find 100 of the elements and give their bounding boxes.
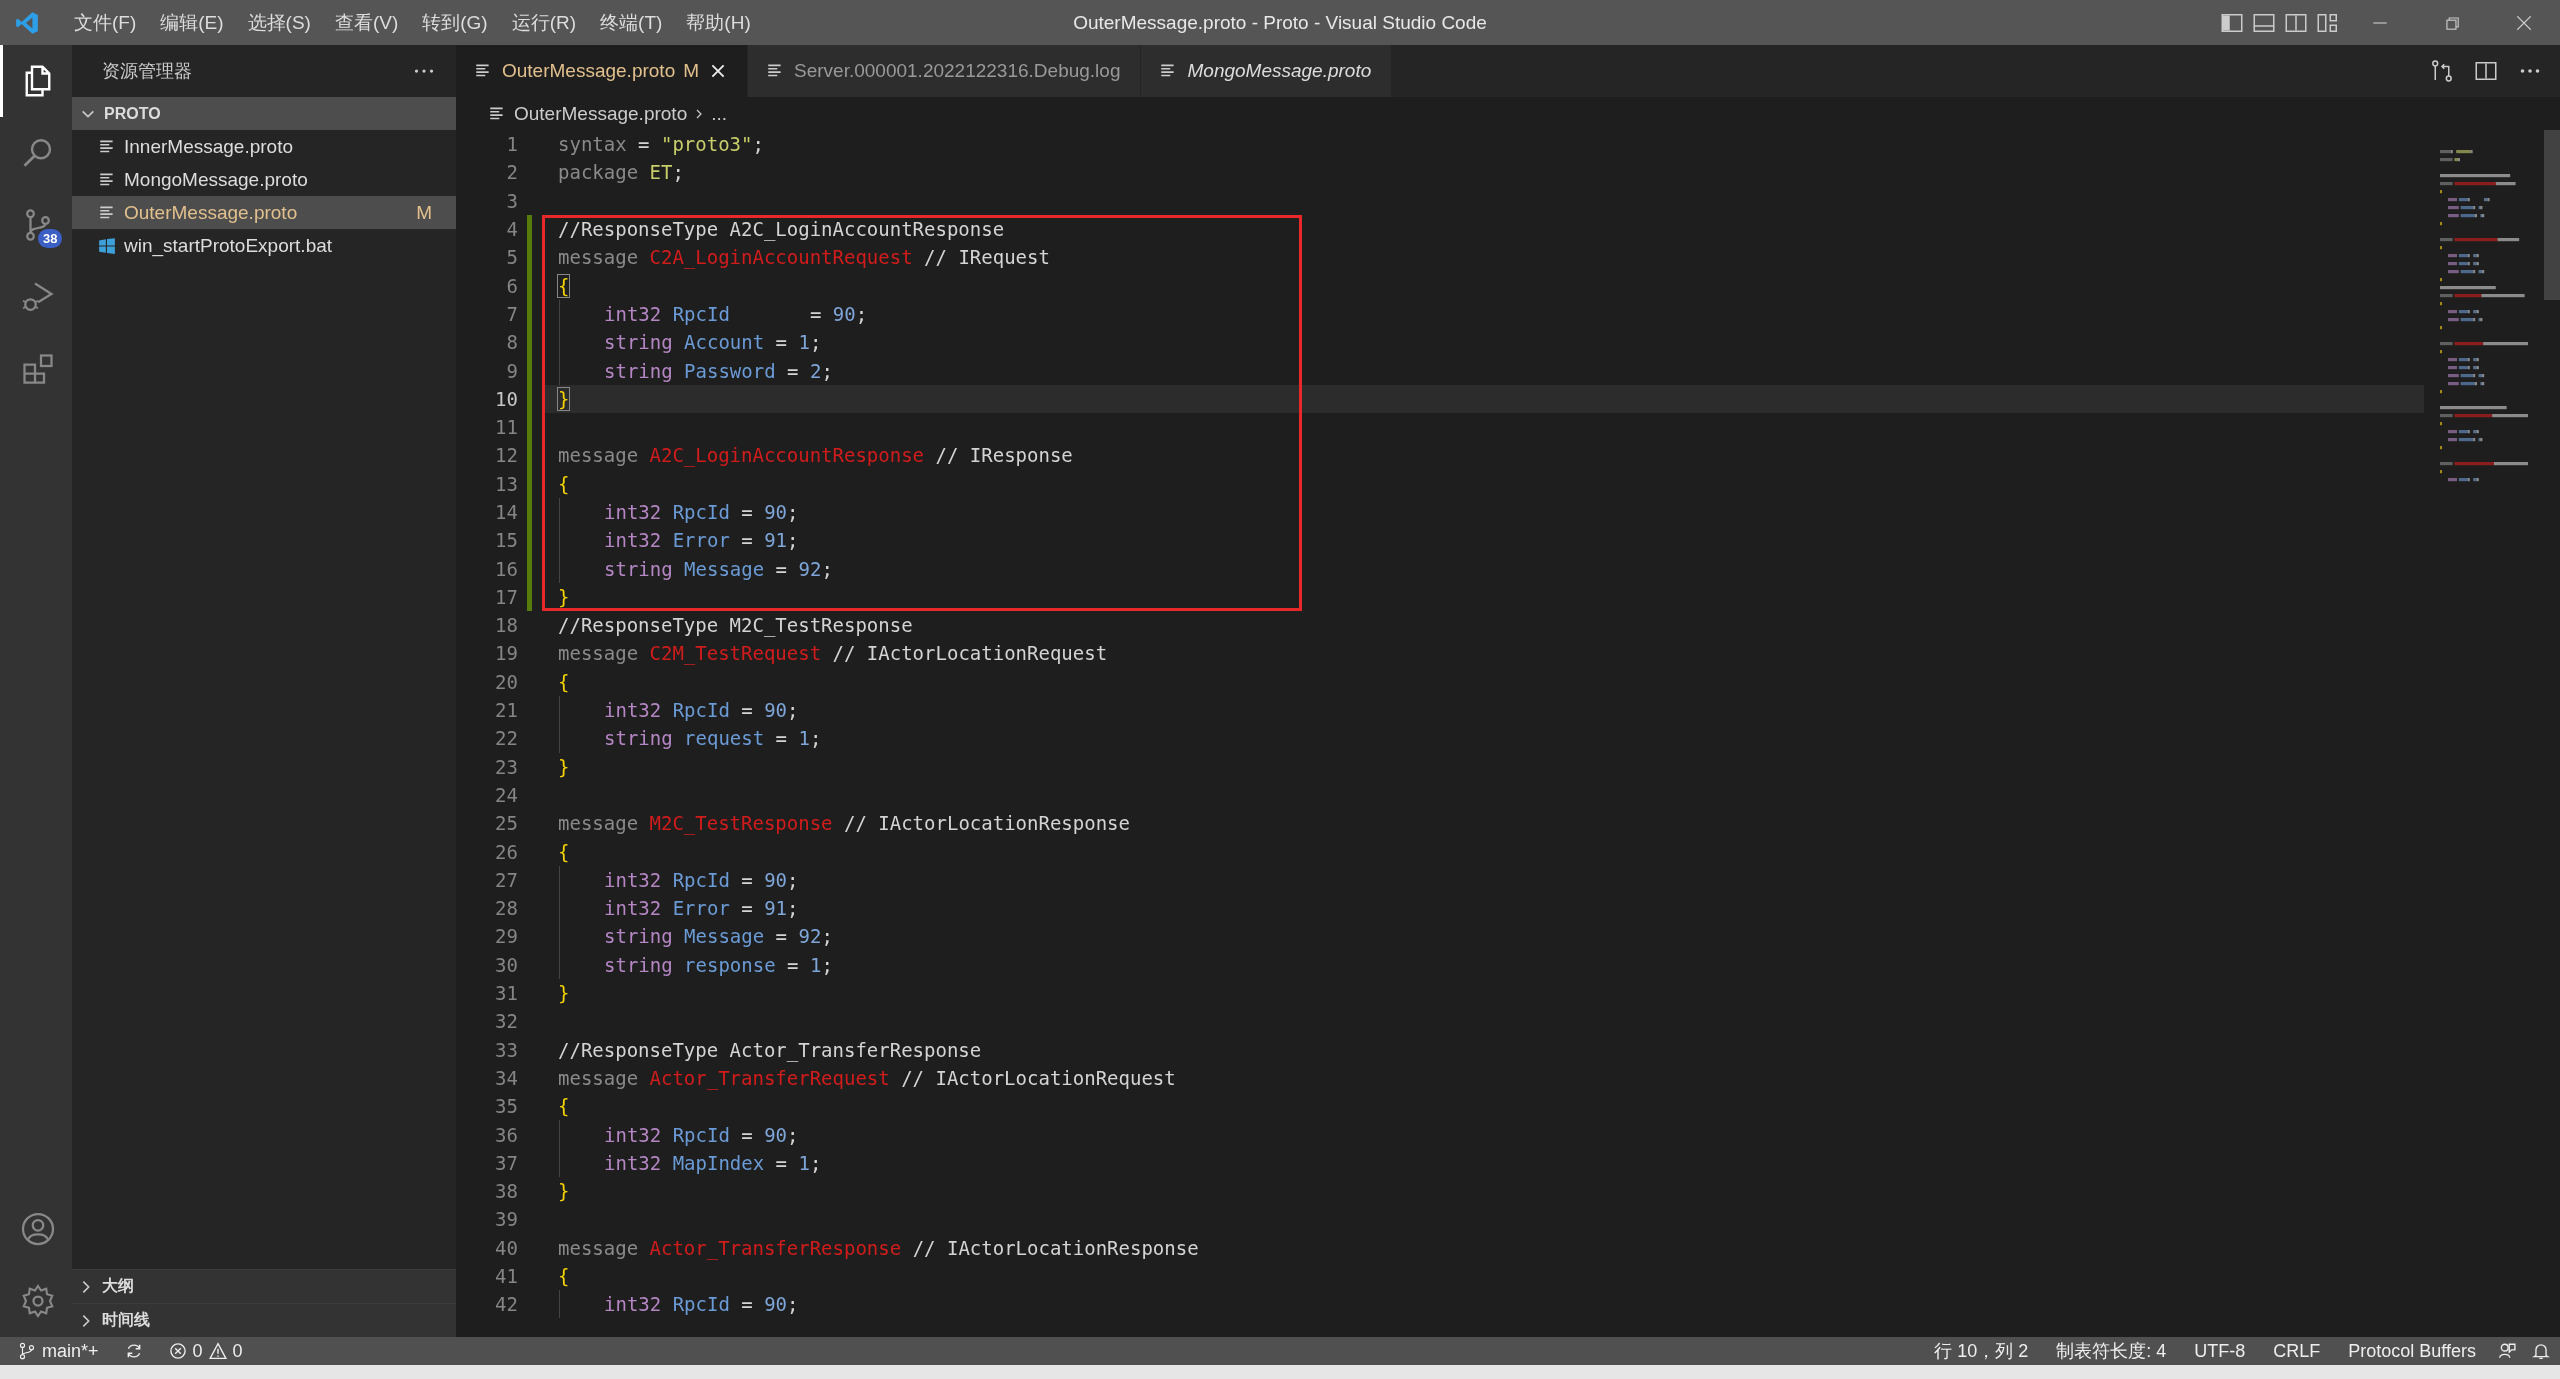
line-number: 27 [494, 868, 518, 891]
line-number: 10 [494, 387, 518, 410]
line-number: 32 [494, 1010, 518, 1033]
line-number: 16 [494, 557, 518, 580]
editor-tab[interactable]: MongoMessage.proto [1141, 45, 1393, 97]
code-line: message C2M_TestRequest // IActorLocationRequest [558, 642, 1108, 665]
code-line: int32 RpcId = 90; [604, 302, 868, 325]
section-header[interactable]: 时间线 [72, 1303, 456, 1337]
more-icon[interactable] [414, 68, 434, 74]
code-line: string Password = 2; [604, 359, 833, 382]
line-number: 12 [494, 444, 518, 467]
line-number: 25 [494, 812, 518, 835]
folder-header[interactable]: PROTO [72, 97, 456, 130]
code-line: } [558, 755, 570, 778]
code-line: int32 RpcId = 90; [604, 868, 799, 891]
compare-changes-icon[interactable] [2430, 59, 2454, 83]
code-line: message C2A_LoginAccountRequest // IRequest [558, 246, 1050, 269]
line-number: 17 [494, 585, 518, 608]
line-number: 36 [494, 1123, 518, 1146]
chevron-icon [695, 107, 704, 120]
editor-tab[interactable]: Server.000001.2022122316.Debug.log [748, 45, 1142, 97]
line-number: 38 [494, 1180, 518, 1203]
status-item[interactable]: 制表符长度: 4 [2050, 1339, 2173, 1363]
panel-title: 资源管理器 [102, 60, 192, 83]
line-number: 14 [494, 501, 518, 523]
line-number: 21 [494, 699, 518, 722]
code-line: { [558, 1095, 570, 1118]
split-editor-icon[interactable] [2474, 59, 2498, 83]
code-line: int32 Error = 91; [604, 529, 799, 552]
code-line: { [558, 1265, 570, 1287]
code-line: message Actor_TransferRequest // IActorLocationRequest [558, 1066, 1176, 1089]
code-line: int32 RpcId = 90; [604, 1293, 799, 1316]
error-icon [168, 1342, 187, 1360]
line-number: 4 [505, 218, 518, 241]
menu-item[interactable]: 帮助(H) [674, 9, 763, 36]
code-line: } [558, 387, 570, 410]
line-number: 24 [494, 783, 518, 806]
menu-item[interactable]: 查看(V) [322, 9, 411, 36]
file-item[interactable]: OuterMessage.proto M [72, 196, 456, 229]
code-line: { [558, 670, 570, 693]
feedback-icon[interactable] [2498, 1342, 2516, 1360]
menu-item[interactable]: 选择(S) [235, 9, 323, 36]
line-number: 20 [494, 670, 518, 693]
line-number: 1 [505, 133, 518, 156]
menu-item[interactable]: 编辑(E) [148, 9, 236, 36]
file-item[interactable]: MongoMessage.proto [72, 163, 456, 196]
line-number: 41 [494, 1265, 518, 1287]
section-header[interactable]: 大纲 [72, 1269, 456, 1303]
line-number: 22 [494, 727, 518, 750]
line-number: 39 [494, 1208, 518, 1231]
branch-status[interactable]: main*+ [18, 1340, 99, 1362]
line-number: 31 [494, 982, 518, 1005]
code-line: int32 RpcId = 90; [604, 1123, 799, 1146]
scrollbar-thumb[interactable] [2544, 130, 2560, 300]
line-number: 30 [494, 953, 518, 976]
window-title: OuterMessage.proto - Proto - Visual Studio Code [1073, 11, 1487, 34]
warning-icon [208, 1342, 227, 1360]
breadcrumb-item[interactable]: OuterMessage.proto [514, 102, 688, 125]
line-number: 15 [494, 529, 518, 552]
line-number: 28 [494, 897, 518, 920]
file-item[interactable]: win_startProtoExport.bat [72, 229, 456, 262]
line-number: 18 [494, 614, 518, 637]
line-number: 6 [505, 274, 518, 297]
file-item[interactable]: InnerMessage.proto [72, 130, 456, 163]
line-number: 40 [494, 1236, 518, 1259]
line-number: 37 [494, 1151, 518, 1174]
activity-item[interactable]: 38 [0, 189, 72, 261]
line-number: 23 [494, 755, 518, 778]
code-line: int32 MapIndex = 1; [604, 1151, 822, 1174]
problems-status[interactable]: 0 0 [168, 1340, 243, 1362]
code-line: package ET; [558, 161, 684, 184]
branch-icon [18, 1342, 36, 1360]
notifications-icon[interactable] [2532, 1342, 2550, 1360]
code-line: string Message = 92; [604, 557, 833, 580]
line-number: 3 [505, 189, 518, 212]
status-item[interactable]: CRLF [2267, 1340, 2327, 1362]
count-badge: 38 [38, 229, 63, 248]
menu-item[interactable]: 文件(F) [62, 9, 149, 36]
settings-icon [19, 1283, 56, 1319]
line-number: 19 [494, 642, 518, 665]
code-line: //ResponseType Actor_TransferResponse [558, 1038, 982, 1061]
menu-item[interactable]: 运行(R) [499, 9, 589, 36]
status-item[interactable]: 行 10，列 2 [1928, 1339, 2035, 1363]
code-line: //ResponseType A2C_LoginAccountResponse [558, 218, 1005, 241]
status-item[interactable]: UTF-8 [2188, 1340, 2252, 1362]
editor-logo-icon [14, 9, 40, 36]
code-line: message M2C_TestResponse // IActorLocationResponse [558, 812, 1130, 835]
account-icon [19, 1211, 56, 1247]
code-line: } [558, 1180, 570, 1203]
line-number: 5 [505, 246, 518, 269]
status-item[interactable]: Protocol Buffers [2342, 1340, 2482, 1362]
menu-item[interactable]: 终端(T) [588, 9, 675, 36]
code-line: int32 Error = 91; [604, 897, 799, 920]
line-number: 2 [505, 161, 518, 184]
code-line: message A2C_LoginAccountResponse // IResponse [558, 444, 1073, 467]
breadcrumb-item[interactable]: ... [711, 102, 728, 125]
code-line: message Actor_TransferResponse // IActorLocationResponse [558, 1236, 1199, 1259]
menu-item[interactable]: 转到(G) [410, 9, 500, 36]
editor-tab[interactable]: OuterMessage.proto M [456, 45, 749, 97]
line-number: 26 [494, 840, 518, 863]
